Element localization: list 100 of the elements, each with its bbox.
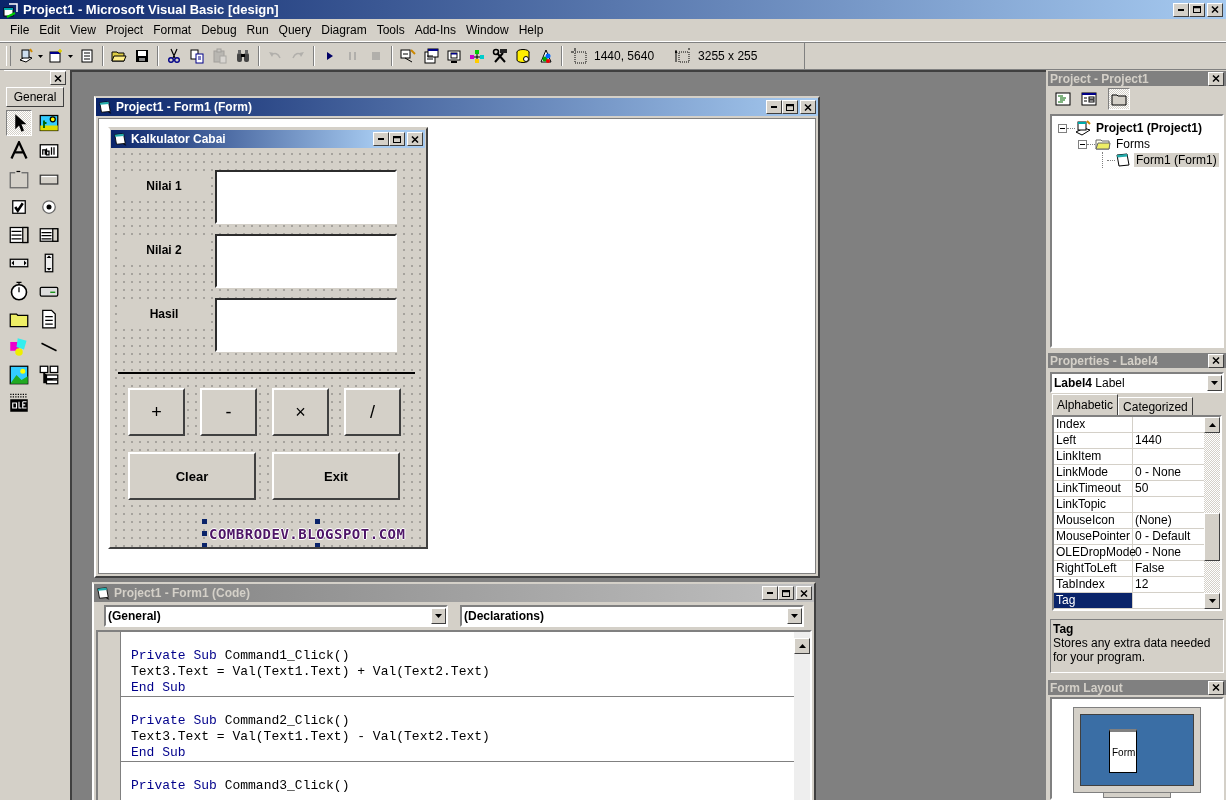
menu-item[interactable]: File: [5, 21, 35, 39]
menu-item[interactable]: Edit: [34, 21, 66, 39]
vertical-scrollbar[interactable]: [794, 632, 810, 800]
action-button[interactable]: Exit: [272, 452, 400, 500]
menu-item[interactable]: Help: [513, 21, 549, 39]
save-icon: [134, 48, 150, 64]
property-value[interactable]: 1440: [1133, 433, 1204, 448]
binoculars-icon: [235, 48, 251, 64]
object-dropdown[interactable]: (General): [104, 605, 448, 627]
property-name[interactable]: LinkTimeout: [1054, 481, 1133, 496]
folder-icon: [1111, 91, 1127, 107]
close-button[interactable]: [800, 100, 816, 114]
tab[interactable]: Alphabetic: [1052, 394, 1119, 415]
property-name[interactable]: Tag: [1054, 593, 1133, 608]
tab[interactable]: Categorized: [1118, 397, 1193, 415]
dropdown-arrow-button[interactable]: [787, 608, 802, 624]
property-value[interactable]: False: [1133, 561, 1204, 576]
radio-button-icon: [39, 197, 59, 217]
caret-icon: [791, 614, 798, 618]
menu-item[interactable]: Window: [461, 21, 514, 39]
minimize-button[interactable]: [766, 100, 782, 114]
property-value[interactable]: 0 - Default: [1133, 529, 1204, 544]
maximize-icon: [785, 102, 795, 112]
menu-item[interactable]: Project: [100, 21, 149, 39]
property-name[interactable]: LinkMode: [1054, 465, 1133, 480]
menu-item[interactable]: Format: [148, 21, 197, 39]
selection-handle[interactable]: [202, 531, 207, 536]
text-box[interactable]: [215, 298, 397, 352]
vertical-scrollbar[interactable]: [1204, 417, 1220, 609]
scroll-down-button[interactable]: [1204, 593, 1220, 609]
letter-a-icon: [9, 141, 29, 161]
form-preview[interactable]: Form: [1109, 729, 1137, 773]
list-box-icon: [39, 225, 59, 245]
procedure-dropdown[interactable]: (Declarations): [460, 605, 804, 627]
dropdown-arrow-button[interactable]: [431, 608, 446, 624]
text-box[interactable]: [215, 234, 397, 288]
operator-button[interactable]: +: [128, 388, 185, 436]
text-box[interactable]: [215, 170, 397, 224]
dropdown-arrow-button[interactable]: [1207, 374, 1222, 391]
close-button[interactable]: [1208, 680, 1224, 695]
minimize-button[interactable]: [1173, 2, 1189, 17]
property-name[interactable]: LinkTopic: [1054, 497, 1133, 512]
maximize-button[interactable]: [782, 100, 798, 114]
minimize-button[interactable]: [373, 132, 389, 146]
property-name[interactable]: LinkItem: [1054, 449, 1133, 464]
property-value[interactable]: 50: [1133, 481, 1204, 496]
selection-handle[interactable]: [315, 519, 320, 524]
copy-icon: [189, 48, 205, 64]
expander-button[interactable]: [1078, 139, 1087, 149]
tree-item[interactable]: Project1 (Project1): [1094, 121, 1205, 135]
property-name[interactable]: RightToLeft: [1054, 561, 1133, 576]
toolbox-tool[interactable]: [6, 110, 32, 136]
menu-item[interactable]: View: [65, 21, 101, 39]
app-icon: [3, 1, 19, 18]
selection-handle[interactable]: [315, 543, 320, 547]
toggle-folders-button[interactable]: [1108, 88, 1130, 110]
menu-item[interactable]: Query: [273, 21, 317, 39]
property-value[interactable]: (None): [1133, 513, 1204, 528]
menu-item[interactable]: Debug: [196, 21, 242, 39]
minimize-icon: [767, 592, 773, 594]
size-icon: [675, 48, 692, 64]
menu-item[interactable]: Diagram: [316, 21, 372, 39]
panel-title: Properties - Label4: [1050, 353, 1159, 368]
object-dropdown[interactable]: Label4 Label: [1050, 372, 1224, 393]
menu-item[interactable]: Add-Ins: [409, 21, 461, 39]
action-button[interactable]: Clear: [128, 452, 256, 500]
property-value[interactable]: 12: [1133, 577, 1204, 592]
close-button[interactable]: [1208, 71, 1224, 86]
property-name[interactable]: Left: [1054, 433, 1133, 448]
menu-item[interactable]: Run: [241, 21, 274, 39]
maximize-button[interactable]: [1189, 2, 1205, 17]
expander-button[interactable]: [1058, 123, 1067, 133]
toolbox-tab[interactable]: General: [6, 87, 64, 107]
property-name[interactable]: MouseIcon: [1054, 513, 1133, 528]
operator-button[interactable]: /: [344, 388, 401, 436]
tree-item[interactable]: Form1 (Form1): [1134, 153, 1219, 167]
property-name[interactable]: Index: [1054, 417, 1133, 432]
maximize-button[interactable]: [389, 132, 405, 146]
database-icon: [515, 48, 531, 64]
selection-handle[interactable]: [202, 519, 207, 524]
property-name[interactable]: MousePointer: [1054, 529, 1133, 544]
property-value[interactable]: 0 - None: [1133, 465, 1204, 480]
tree-item[interactable]: Forms: [1114, 137, 1152, 151]
close-button[interactable]: [50, 71, 66, 85]
code-line: Text3.Text = Val(Text1.Text) + Val(Text2.Text): [131, 664, 491, 680]
code-line: Text3.Text = Val(Text1.Text) - Val(Text2.Text): [131, 729, 491, 745]
property-name[interactable]: TabIndex: [1054, 577, 1133, 592]
menu-item[interactable]: Tools: [371, 21, 410, 39]
scroll-thumb[interactable]: [1204, 513, 1220, 561]
operator-button[interactable]: ×: [272, 388, 329, 436]
close-button[interactable]: [1207, 2, 1223, 17]
scroll-up-button[interactable]: [1204, 417, 1220, 433]
selection-handle[interactable]: [202, 543, 207, 547]
close-button[interactable]: [1208, 353, 1224, 368]
scroll-up-button[interactable]: [794, 638, 810, 654]
close-button[interactable]: [407, 132, 423, 146]
form-preview-label: Form: [1111, 746, 1136, 758]
operator-button[interactable]: -: [200, 388, 257, 436]
text-box-icon: [39, 141, 59, 161]
description-text: Stores any extra data needed for your program.: [1053, 636, 1212, 664]
